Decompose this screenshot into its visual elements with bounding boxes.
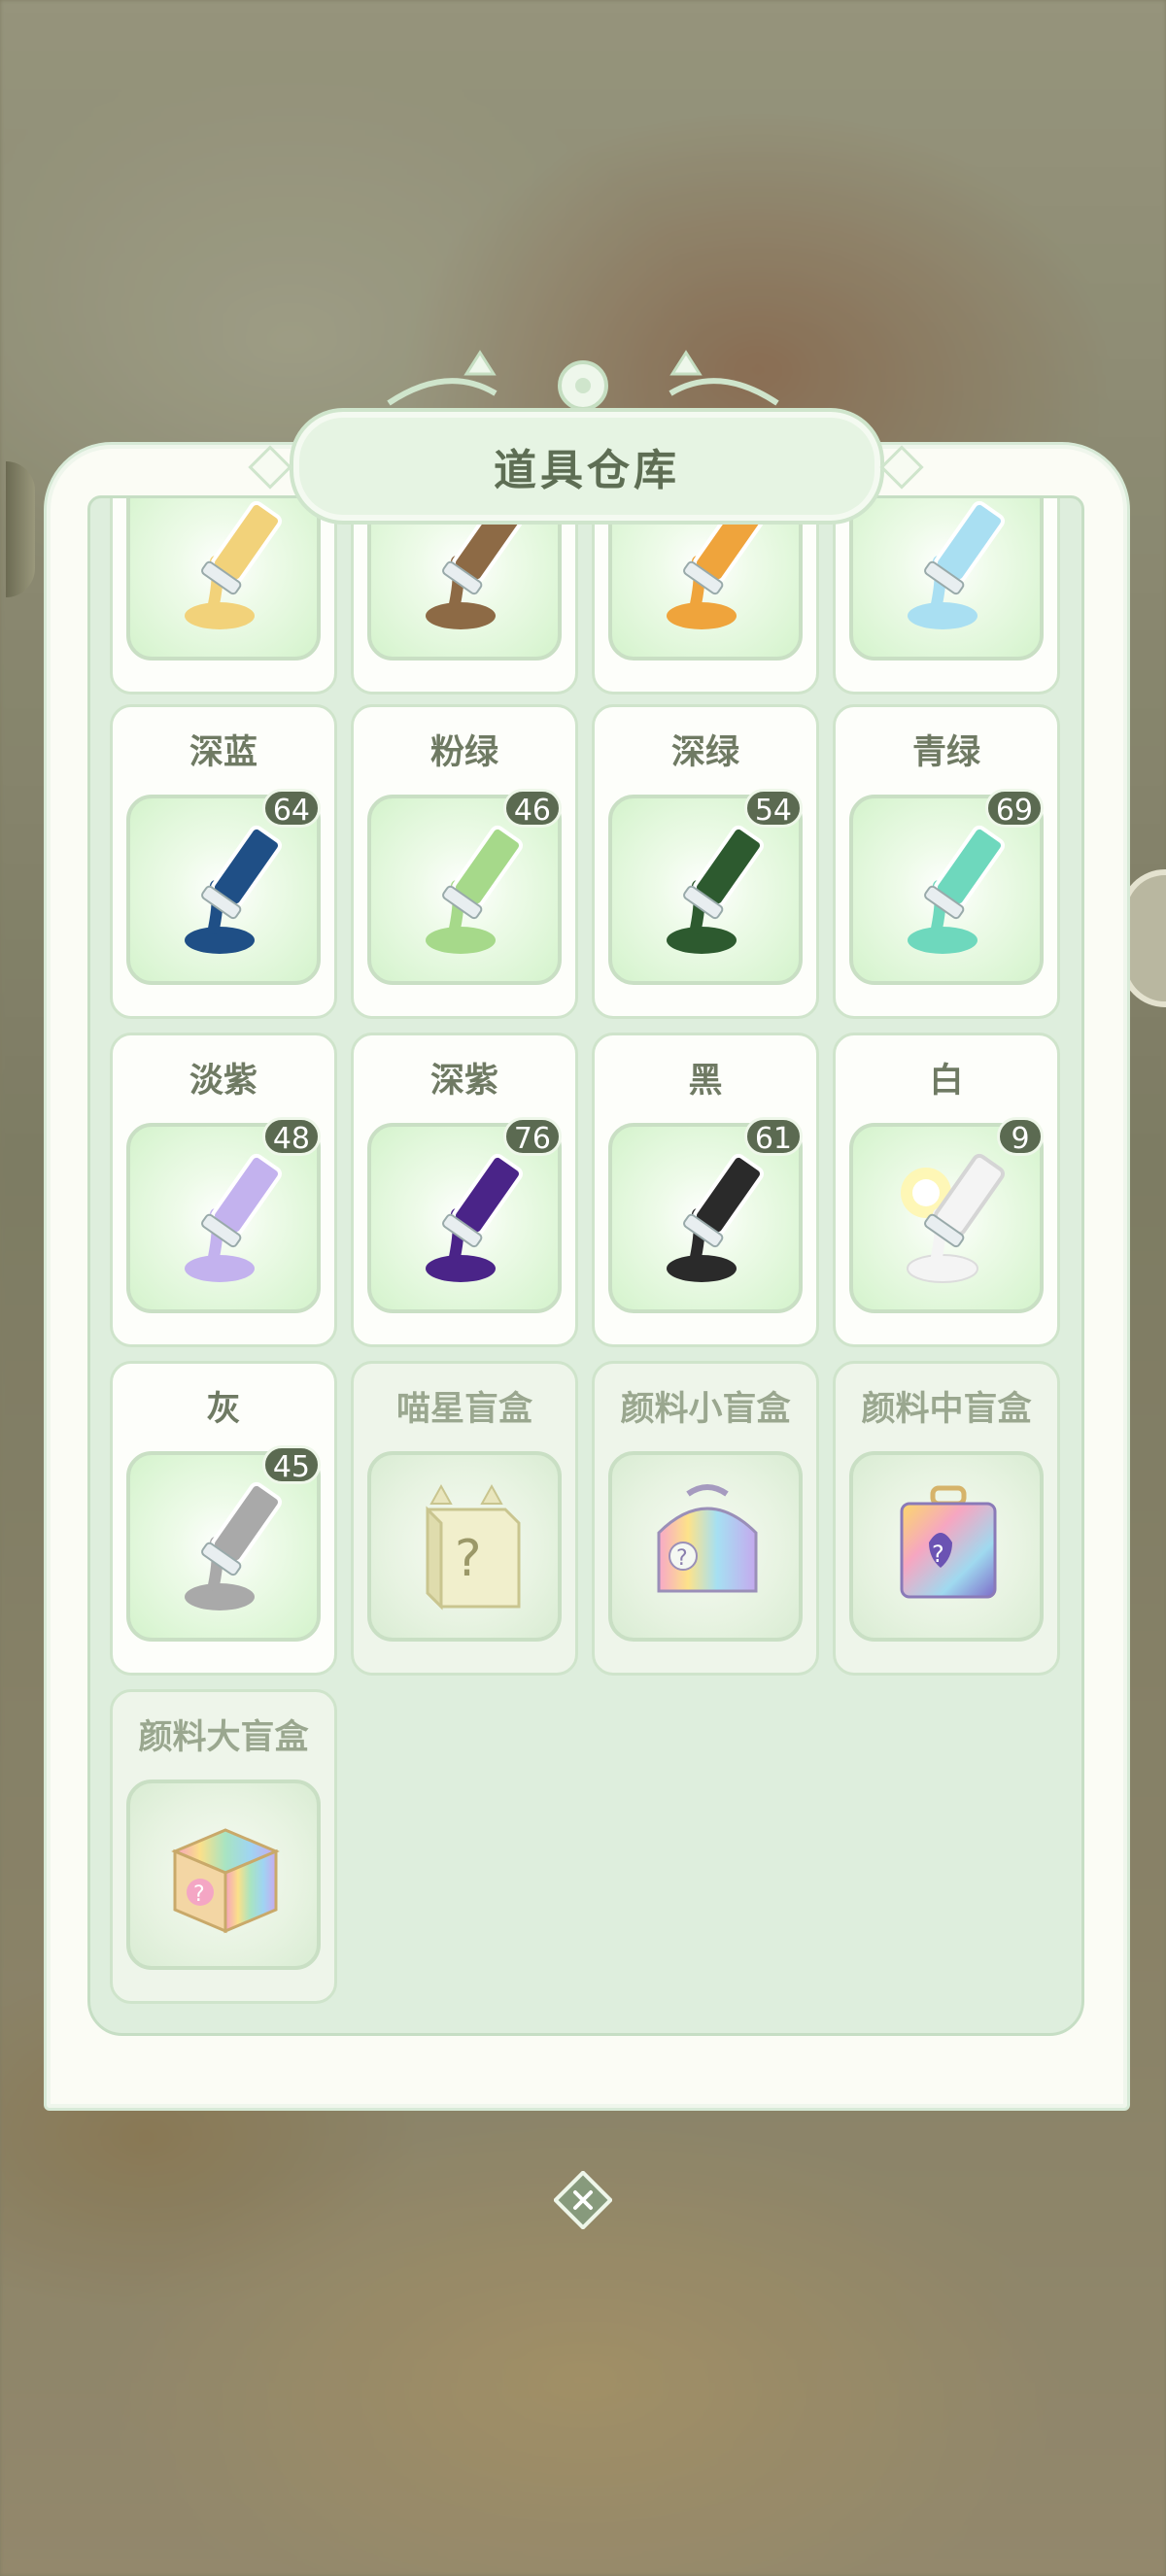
svg-text:?: ? bbox=[455, 1530, 482, 1588]
item-card[interactable]: 青绿 69 bbox=[833, 704, 1060, 1019]
close-icon[interactable] bbox=[554, 2171, 612, 2229]
item-card[interactable]: 粉绿 46 bbox=[351, 704, 578, 1019]
item-card[interactable]: 白 9 bbox=[833, 1033, 1060, 1347]
item-card[interactable]: 深紫 76 bbox=[351, 1033, 578, 1347]
side-tab-left[interactable] bbox=[6, 461, 35, 597]
item-name: 深蓝 bbox=[189, 733, 257, 772]
paint-tube-icon bbox=[426, 1153, 524, 1282]
svg-text:?: ? bbox=[932, 1541, 944, 1568]
item-name: 喵星盲盒 bbox=[395, 1390, 532, 1429]
item-card[interactable] bbox=[351, 498, 578, 695]
item-slot: ? bbox=[608, 1451, 803, 1642]
paint-tube-icon bbox=[908, 825, 1006, 954]
paint-tube-icon bbox=[667, 1153, 765, 1282]
item-slot: ? bbox=[849, 1451, 1044, 1642]
svg-text:?: ? bbox=[193, 1882, 205, 1907]
item-card[interactable] bbox=[833, 498, 1060, 695]
item-card[interactable]: 黑 61 bbox=[592, 1033, 819, 1347]
item-name: 青绿 bbox=[911, 733, 980, 772]
paint-tube-icon bbox=[185, 1481, 283, 1610]
cat-mystery-box-icon: ? bbox=[426, 1483, 521, 1610]
paint-tube-icon bbox=[426, 825, 524, 954]
item-slot bbox=[849, 498, 1044, 661]
item-count-badge: 61 bbox=[743, 1117, 803, 1156]
item-name: 颜料大盲盒 bbox=[138, 1718, 309, 1757]
item-name: 深紫 bbox=[429, 1062, 498, 1101]
title-banner: 道具仓库 bbox=[290, 408, 884, 525]
item-count-badge: 46 bbox=[502, 789, 562, 828]
paint-tube-icon bbox=[667, 825, 765, 954]
item-grid-container[interactable]: 深蓝 64 粉绿 46 深绿 54 青绿 69 淡紫 48 深紫 76 黑 61… bbox=[87, 495, 1084, 2036]
item-name: 颜料小盲盒 bbox=[620, 1390, 791, 1429]
item-card[interactable] bbox=[110, 498, 337, 695]
paint-tube-icon bbox=[901, 1153, 1006, 1283]
item-count-badge: 48 bbox=[261, 1117, 321, 1156]
item-slot: ? bbox=[367, 1451, 562, 1642]
item-slot: ? bbox=[126, 1779, 321, 1970]
rainbow-large-box-icon: ? bbox=[171, 1828, 280, 1934]
item-name: 淡紫 bbox=[189, 1062, 257, 1101]
item-count-badge: 76 bbox=[502, 1117, 562, 1156]
item-name: 粉绿 bbox=[429, 733, 498, 772]
item-card[interactable]: 淡紫 48 bbox=[110, 1033, 337, 1347]
item-name: 白 bbox=[929, 1062, 964, 1101]
paint-tube-icon bbox=[185, 825, 283, 954]
rainbow-small-box-icon: ? bbox=[657, 1484, 758, 1593]
svg-text:?: ? bbox=[676, 1546, 688, 1571]
paint-tube-icon bbox=[185, 1153, 283, 1282]
item-count-badge: 64 bbox=[261, 789, 321, 828]
item-count-badge: 9 bbox=[997, 1117, 1044, 1156]
item-card[interactable]: 深蓝 64 bbox=[110, 704, 337, 1019]
page-title: 道具仓库 bbox=[494, 446, 680, 495]
item-count-badge: 45 bbox=[261, 1445, 321, 1484]
item-card[interactable]: 颜料小盲盒 ? bbox=[592, 1361, 819, 1676]
item-card[interactable]: 颜料大盲盒 ? bbox=[110, 1689, 337, 2004]
item-name: 深绿 bbox=[670, 733, 739, 772]
item-name: 颜料中盲盒 bbox=[861, 1390, 1032, 1429]
item-name: 黑 bbox=[688, 1062, 723, 1101]
item-slot bbox=[126, 498, 321, 661]
item-count-badge: 69 bbox=[984, 789, 1044, 828]
item-card[interactable]: 深绿 54 bbox=[592, 704, 819, 1019]
item-card[interactable]: 灰 45 bbox=[110, 1361, 337, 1676]
item-count-badge: 54 bbox=[743, 789, 803, 828]
rainbow-medium-box-icon: ? bbox=[900, 1485, 997, 1599]
item-name: 灰 bbox=[206, 1390, 241, 1429]
paint-tube-icon bbox=[908, 500, 1006, 629]
item-card[interactable] bbox=[592, 498, 819, 695]
paint-tube-icon bbox=[185, 500, 283, 629]
item-card[interactable]: 喵星盲盒 ? bbox=[351, 1361, 578, 1676]
item-card[interactable]: 颜料中盲盒 ? bbox=[833, 1361, 1060, 1676]
